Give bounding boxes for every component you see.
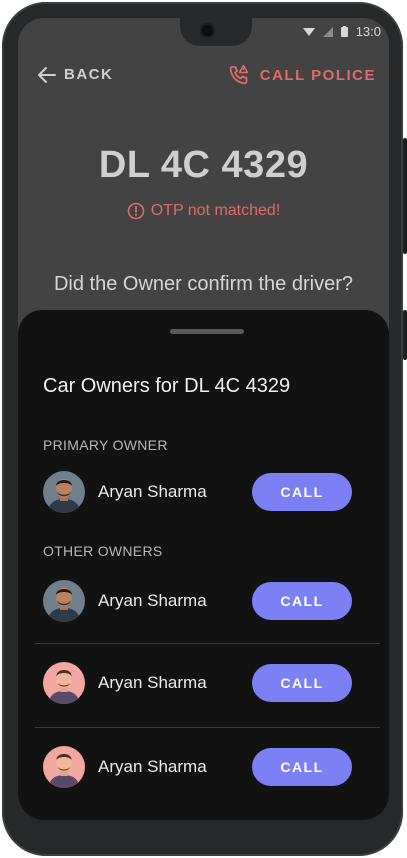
call-owner-button[interactable]: CALL bbox=[252, 473, 352, 511]
owners-bottom-sheet: Car Owners for DL 4C 4329 PRIMARY OWNER … bbox=[18, 310, 389, 820]
battery-icon bbox=[340, 26, 348, 37]
other-owner-row: Aryan Sharma CALL bbox=[43, 746, 353, 790]
other-owner-row: Aryan Sharma CALL bbox=[43, 662, 353, 706]
arrow-left-icon bbox=[38, 66, 56, 83]
avatar bbox=[43, 746, 85, 788]
owner-name: Aryan Sharma bbox=[98, 673, 207, 692]
call-police-button[interactable]: CALL POLICE bbox=[228, 64, 376, 86]
owner-name: Aryan Sharma bbox=[98, 591, 207, 610]
other-owners-heading: OTHER OWNERS bbox=[43, 543, 163, 559]
row-divider bbox=[35, 643, 380, 644]
primary-owner-row: Aryan Sharma CALL bbox=[43, 471, 353, 515]
other-owner-row: Aryan Sharma CALL bbox=[43, 580, 353, 624]
phone-frame: 13:0 BACK CALL POLICE DL 4C 4329 OTP not… bbox=[2, 2, 403, 856]
front-camera bbox=[202, 25, 213, 36]
top-bar: BACK CALL POLICE bbox=[18, 62, 389, 90]
call-owner-button[interactable]: CALL bbox=[252, 748, 352, 786]
notch bbox=[180, 18, 252, 46]
signal-icon bbox=[322, 26, 333, 37]
owner-name: Aryan Sharma bbox=[98, 482, 207, 501]
wifi-icon bbox=[302, 27, 315, 36]
otp-error-text: OTP not matched! bbox=[150, 202, 281, 219]
owner-name: Aryan Sharma bbox=[98, 757, 207, 776]
otp-error: OTP not matched! bbox=[18, 202, 389, 220]
volume-button bbox=[403, 138, 407, 254]
alert-circle-icon bbox=[127, 202, 145, 220]
status-time: 13:0 bbox=[355, 24, 381, 39]
avatar bbox=[43, 471, 85, 513]
sheet-title: Car Owners for DL 4C 4329 bbox=[43, 375, 291, 397]
owner-confirm-question: Did the Owner confirm the driver? bbox=[53, 273, 353, 295]
back-label: BACK bbox=[64, 66, 114, 83]
avatar bbox=[43, 580, 85, 622]
sheet-drag-handle[interactable] bbox=[170, 329, 244, 334]
power-button bbox=[403, 310, 407, 360]
row-divider bbox=[35, 727, 380, 728]
call-owner-button[interactable]: CALL bbox=[252, 664, 352, 702]
back-button[interactable]: BACK bbox=[38, 66, 113, 83]
call-police-label: CALL POLICE bbox=[259, 66, 376, 84]
call-owner-button[interactable]: CALL bbox=[252, 582, 352, 620]
primary-owner-heading: PRIMARY OWNER bbox=[43, 437, 168, 453]
avatar bbox=[43, 662, 85, 704]
status-bar: 13:0 bbox=[302, 24, 381, 39]
screen: 13:0 BACK CALL POLICE DL 4C 4329 OTP not… bbox=[18, 18, 389, 820]
phone-alert-icon bbox=[229, 64, 249, 85]
vehicle-plate: DL 4C 4329 bbox=[98, 144, 309, 186]
